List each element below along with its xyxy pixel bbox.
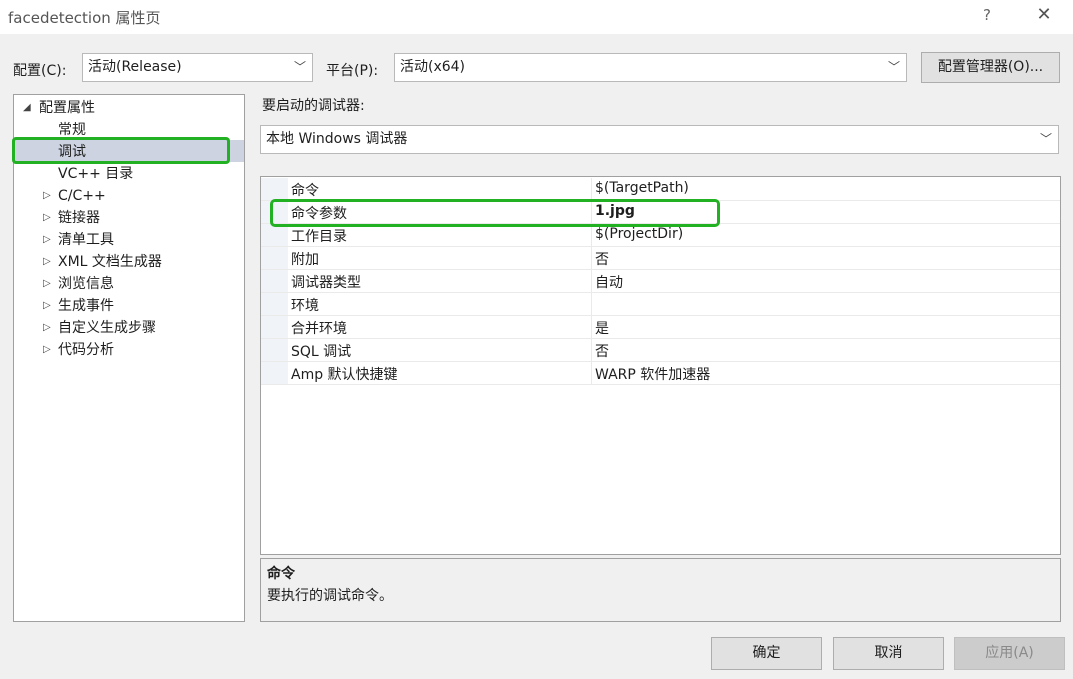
highlight-box-debugging: [12, 137, 230, 164]
config-manager-button[interactable]: 配置管理器(O)...: [921, 52, 1060, 83]
grid-row-value[interactable]: 否: [595, 249, 609, 269]
tree-item-custom-build-step[interactable]: 自定义生成步骤: [58, 317, 156, 339]
apply-button[interactable]: 应用(A): [954, 637, 1065, 670]
grid-row-environment[interactable]: 环境: [261, 293, 1060, 316]
expanded-triangle-icon[interactable]: ◢: [23, 102, 31, 113]
window-title: facedetection 属性页: [8, 9, 161, 27]
close-icon[interactable]: ✕: [1034, 4, 1054, 25]
config-label: 配置(C):: [13, 63, 67, 79]
grid-row-value[interactable]: 否: [595, 341, 609, 361]
description-panel: 命令 要执行的调试命令。: [260, 558, 1061, 622]
chevron-down-icon: ﹀: [887, 60, 900, 74]
grid-row-debugger-type[interactable]: 调试器类型 自动: [261, 270, 1060, 293]
config-dropdown[interactable]: 活动(Release) ﹀: [82, 53, 313, 82]
grid-row-name: Amp 默认快捷键: [291, 367, 398, 383]
grid-row-attach[interactable]: 附加 否: [261, 247, 1060, 270]
debugger-label: 要启动的调试器:: [262, 98, 365, 114]
grid-row-name: SQL 调试: [291, 344, 352, 360]
tree-item-vc-directories[interactable]: VC++ 目录: [58, 163, 133, 185]
property-tree: ◢ 配置属性 常规 调试 VC++ 目录 ▷ C/C++ ▷ 链接器 ▷ 清单工…: [13, 94, 245, 622]
debugger-dropdown[interactable]: 本地 Windows 调试器 ﹀: [260, 125, 1059, 154]
grid-row-name: 命令: [291, 183, 319, 199]
grid-row-name: 环境: [291, 298, 319, 314]
collapsed-triangle-icon[interactable]: ▷: [43, 212, 51, 223]
title-bar: facedetection 属性页 ? ✕: [0, 0, 1073, 34]
debugger-dropdown-value: 本地 Windows 调试器: [266, 131, 408, 147]
description-title: 命令: [267, 566, 295, 582]
grid-row-command[interactable]: 命令 $(TargetPath): [261, 178, 1060, 201]
property-grid: 命令 $(TargetPath) 命令参数 1.jpg 工作目录 $(Proje…: [260, 176, 1061, 555]
collapsed-triangle-icon[interactable]: ▷: [43, 322, 51, 333]
collapsed-triangle-icon[interactable]: ▷: [43, 344, 51, 355]
grid-row-name: 附加: [291, 252, 319, 268]
tree-item-code-analysis[interactable]: 代码分析: [58, 339, 114, 361]
collapsed-triangle-icon[interactable]: ▷: [43, 234, 51, 245]
collapsed-triangle-icon[interactable]: ▷: [43, 300, 51, 311]
tree-item-browse-info[interactable]: 浏览信息: [58, 273, 114, 295]
grid-row-value[interactable]: 是: [595, 318, 609, 338]
grid-row-name: 调试器类型: [291, 275, 361, 291]
tree-root-config-properties[interactable]: 配置属性: [39, 97, 95, 119]
platform-label: 平台(P):: [326, 63, 379, 79]
ok-button[interactable]: 确定: [711, 637, 822, 670]
collapsed-triangle-icon[interactable]: ▷: [43, 278, 51, 289]
chevron-down-icon: ﹀: [293, 60, 306, 74]
collapsed-triangle-icon[interactable]: ▷: [43, 256, 51, 267]
grid-row-value[interactable]: 自动: [595, 272, 623, 292]
grid-row-name: 合并环境: [291, 321, 347, 337]
help-icon[interactable]: ?: [977, 6, 997, 24]
tree-item-linker[interactable]: 链接器: [58, 207, 100, 229]
grid-row-working-directory[interactable]: 工作目录 $(ProjectDir): [261, 224, 1060, 247]
grid-row-name: 工作目录: [291, 229, 347, 245]
tree-item-build-events[interactable]: 生成事件: [58, 295, 114, 317]
tree-item-xml-doc-generator[interactable]: XML 文档生成器: [58, 251, 162, 273]
grid-row-amp-default-accelerator[interactable]: Amp 默认快捷键 WARP 软件加速器: [261, 362, 1060, 385]
platform-dropdown[interactable]: 活动(x64) ﹀: [394, 53, 907, 82]
highlight-box-command-arguments: [270, 199, 720, 227]
tree-item-c-cpp[interactable]: C/C++: [58, 185, 106, 207]
grid-row-value[interactable]: $(ProjectDir): [595, 226, 683, 242]
config-dropdown-value: 活动(Release): [88, 59, 182, 75]
chevron-down-icon: ﹀: [1039, 132, 1052, 146]
cancel-button[interactable]: 取消: [833, 637, 944, 670]
description-text: 要执行的调试命令。: [267, 588, 393, 604]
grid-row-sql-debugging[interactable]: SQL 调试 否: [261, 339, 1060, 362]
platform-dropdown-value: 活动(x64): [400, 59, 466, 75]
tree-item-manifest-tool[interactable]: 清单工具: [58, 229, 114, 251]
grid-row-merge-environment[interactable]: 合并环境 是: [261, 316, 1060, 339]
grid-row-value[interactable]: WARP 软件加速器: [595, 364, 710, 384]
collapsed-triangle-icon[interactable]: ▷: [43, 190, 51, 201]
grid-row-value[interactable]: $(TargetPath): [595, 180, 689, 196]
